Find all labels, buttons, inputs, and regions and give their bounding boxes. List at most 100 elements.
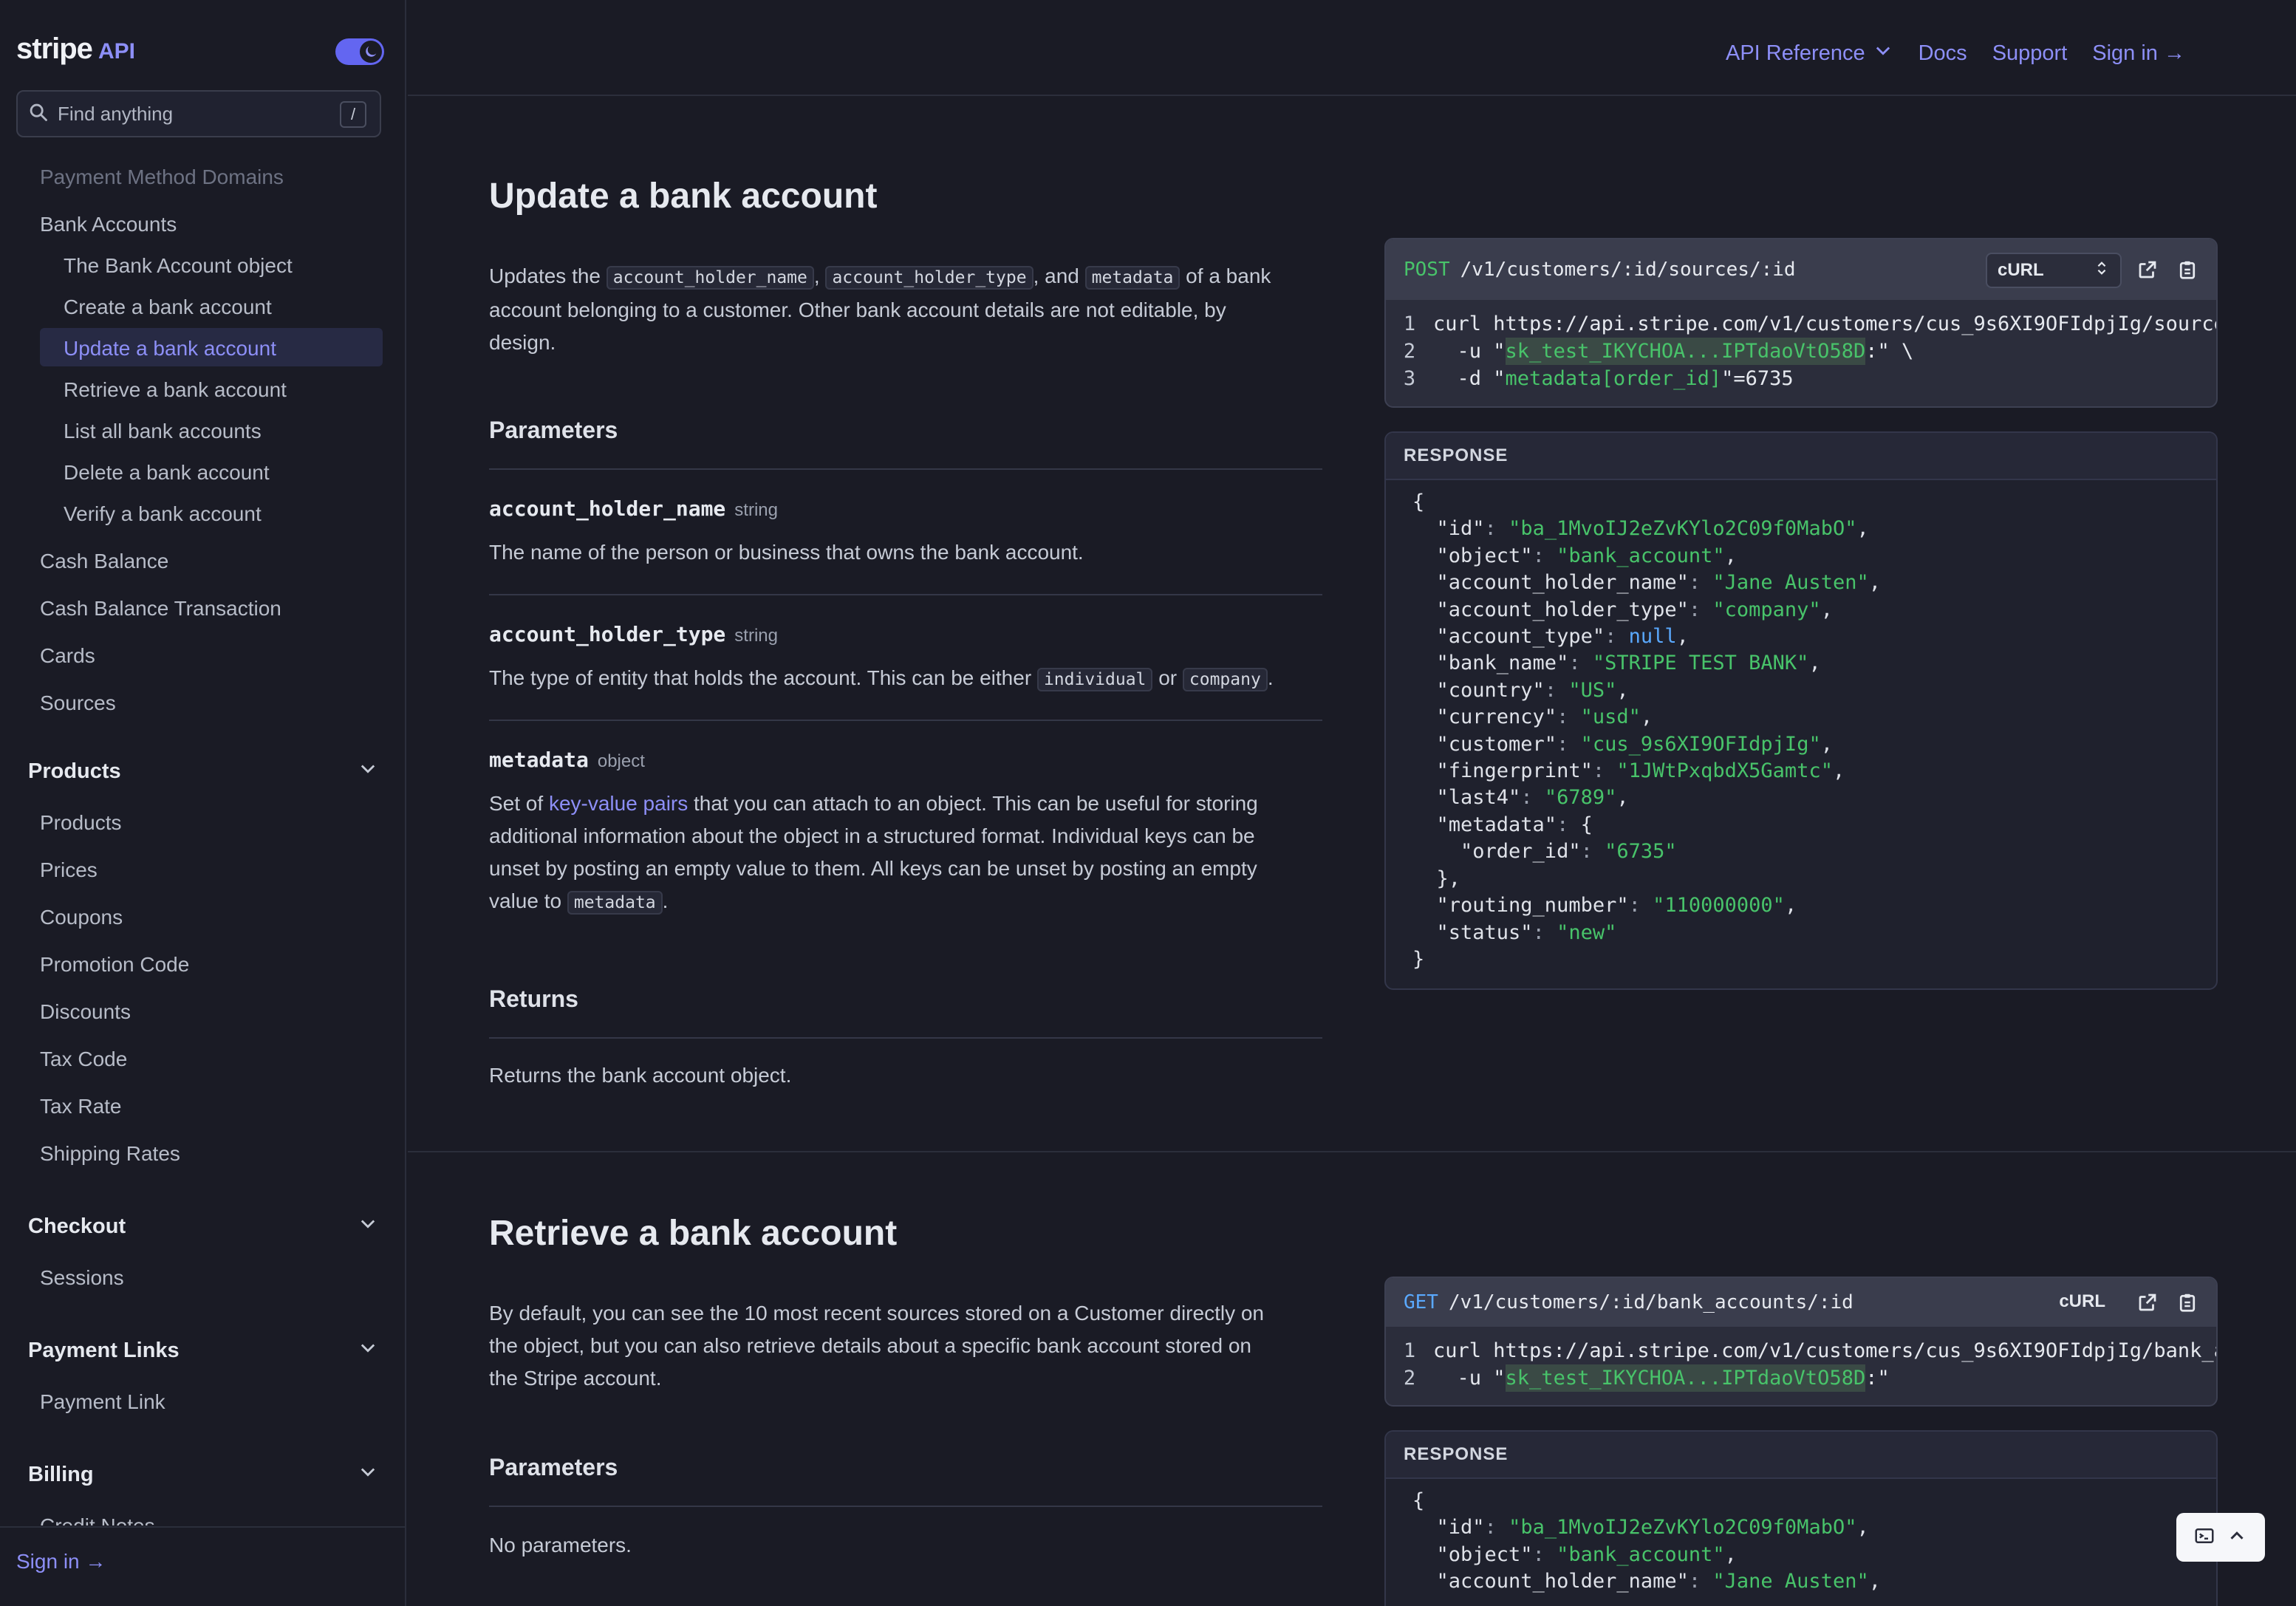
desc-text: .	[1267, 666, 1274, 689]
request-code-header: POST /v1/customers/:id/sources/:id cURL	[1386, 239, 2216, 300]
chevron-down-icon	[358, 1337, 378, 1364]
json-string-value: "1JWtPxqbdX5Gamtc"	[1616, 759, 1833, 783]
desc-text: the Stripe account.	[489, 1367, 662, 1390]
param-description: The name of the person or business that …	[489, 541, 1084, 564]
sidebar-item-payment-method-domains[interactable]: Payment Method Domains	[40, 165, 284, 189]
sidebar-sign-in-link[interactable]: Sign in →	[16, 1550, 106, 1573]
sidebar-nav: Payment Method Domains Bank Accounts The…	[0, 155, 405, 1525]
parameters-heading: Parameters	[489, 417, 618, 443]
parameters-heading: Parameters	[489, 1454, 618, 1480]
json-colon: :	[1557, 732, 1581, 756]
code-text: :" \	[1865, 340, 1914, 363]
sidebar-item-sessions[interactable]: Sessions	[40, 1266, 124, 1290]
section-title-update: Update a bank account	[489, 177, 878, 216]
support-link[interactable]: Support	[1992, 41, 2068, 66]
api-reference-menu[interactable]: API Reference	[1726, 40, 1893, 66]
sidebar-item-delete-bank-account[interactable]: Delete a bank account	[64, 461, 270, 485]
json-string-value: "Jane Austen"	[1712, 1570, 1869, 1593]
response-line: "last4": "6789",	[1412, 785, 2216, 811]
response-body: { "id": "ba_1MvoIJ2eZvKYlo2C09f0MabO", "…	[1386, 480, 2216, 973]
language-select[interactable]: cURL	[1986, 253, 2122, 288]
code-line: 1 curl https://api.stripe.com/v1/customer…	[1386, 310, 2216, 338]
search-input[interactable]	[58, 102, 331, 126]
json-comma: ,	[1616, 678, 1629, 702]
json-comma: ,	[1640, 705, 1653, 729]
stripe-logo[interactable]: stripe API	[16, 33, 135, 69]
json-string-value: "usd"	[1580, 705, 1641, 729]
api-key-token: sk_test_IKYCHOA...IPTdaoVtO58D	[1505, 338, 1866, 365]
sidebar-item-sources[interactable]: Sources	[40, 691, 116, 715]
line-number: 3	[1403, 367, 1416, 390]
sidebar-item-update-bank-account[interactable]: Update a bank account	[64, 337, 276, 361]
json-string-value: "6789"	[1544, 786, 1617, 810]
language-label[interactable]: cURL	[2059, 1291, 2105, 1312]
top-nav-links: API Reference Docs Support Sign in →	[1726, 40, 2185, 66]
sidebar-item-retrieve-bank-account[interactable]: Retrieve a bank account	[64, 378, 287, 402]
sidebar-item-cards[interactable]: Cards	[40, 644, 95, 668]
sidebar-item-shipping-rates[interactable]: Shipping Rates	[40, 1142, 180, 1166]
sidebar-item-verify-bank-account[interactable]: Verify a bank account	[64, 502, 262, 526]
sidebar-item-prices[interactable]: Prices	[40, 858, 98, 882]
sidebar-group-label: Billing	[28, 1462, 94, 1486]
line-number: 2	[1403, 1367, 1416, 1390]
sidebar-item-cash-balance[interactable]: Cash Balance	[40, 550, 168, 573]
response-line: "bank_name": "STRIPE TEST BANK",	[1412, 650, 2216, 677]
sidebar-item-products[interactable]: Products	[40, 811, 122, 835]
open-external-icon[interactable]	[2135, 1290, 2160, 1315]
sidebar-item-coupons[interactable]: Coupons	[40, 906, 123, 929]
sidebar-item-tax-rate[interactable]: Tax Rate	[40, 1095, 122, 1118]
json-comma: ,	[1724, 544, 1737, 567]
desc-text: ,	[813, 264, 826, 287]
json-colon: :	[1628, 894, 1653, 918]
desc-text: value to	[489, 889, 567, 912]
terminal-icon	[2193, 1525, 2215, 1551]
sidebar-item-credit-notes[interactable]: Credit Notes	[40, 1514, 155, 1525]
returns-heading: Returns	[489, 985, 578, 1012]
json-key: "account_type"	[1412, 625, 1605, 649]
sign-in-link[interactable]: Sign in →	[2092, 41, 2185, 66]
logo-product: API	[98, 39, 135, 64]
sidebar-group-products[interactable]: Products	[28, 758, 378, 785]
json-comma: ,	[1616, 786, 1629, 810]
search-box[interactable]: /	[16, 90, 381, 137]
sidebar-item-bank-accounts[interactable]: Bank Accounts	[40, 213, 177, 236]
sidebar-item-bank-account-object[interactable]: The Bank Account object	[64, 254, 293, 278]
copy-icon[interactable]	[2175, 1290, 2200, 1315]
sidebar-group-billing[interactable]: Billing	[28, 1461, 378, 1488]
code-line: 2 -u " sk_test_IKYCHOA...IPTdaoVtO58D:" \	[1386, 338, 2216, 365]
json-key: {	[1412, 491, 1425, 513]
json-comma: ,	[1724, 1542, 1737, 1566]
theme-toggle[interactable]	[335, 38, 384, 65]
sidebar-item-promotion-code[interactable]: Promotion Code	[40, 953, 189, 977]
key-value-pairs-link[interactable]: key-value pairs	[549, 792, 688, 815]
section-divider	[408, 1151, 2296, 1152]
search-icon	[28, 102, 49, 126]
json-string-value: "STRIPE TEST BANK"	[1592, 652, 1809, 675]
json-key: "metadata"	[1412, 813, 1557, 836]
console-toggle-button[interactable]	[2176, 1513, 2265, 1562]
sidebar-item-discounts[interactable]: Discounts	[40, 1000, 131, 1024]
docs-link[interactable]: Docs	[1919, 41, 1967, 66]
sidebar-item-cash-balance-transaction[interactable]: Cash Balance Transaction	[40, 597, 281, 621]
json-colon: :	[1484, 1516, 1509, 1540]
code-individual: individual	[1036, 668, 1153, 691]
sidebar-item-tax-code[interactable]: Tax Code	[40, 1048, 127, 1071]
json-string-value: "Jane Austen"	[1712, 571, 1869, 595]
sidebar-group-checkout[interactable]: Checkout	[28, 1213, 378, 1240]
sidebar-item-payment-link[interactable]: Payment Link	[40, 1390, 165, 1414]
divider	[489, 720, 1322, 721]
sidebar-item-create-bank-account[interactable]: Create a bank account	[64, 295, 272, 319]
desc-text: additional information about the object …	[489, 824, 1255, 847]
json-string-value: "bank_account"	[1557, 1542, 1725, 1566]
json-colon: :	[1688, 571, 1713, 595]
desc-text: , and	[1033, 264, 1085, 287]
response-line: "routing_number": "110000000",	[1412, 892, 2216, 919]
response-line: "order_id": "6735"	[1412, 838, 2216, 865]
json-comma: ,	[1832, 759, 1845, 783]
sidebar-group-payment-links[interactable]: Payment Links	[28, 1337, 378, 1364]
request-code-panel: POST /v1/customers/:id/sources/:id cURL …	[1384, 238, 2218, 408]
sidebar-item-list-bank-accounts[interactable]: List all bank accounts	[64, 420, 262, 443]
json-colon: :	[1557, 813, 1581, 836]
copy-icon[interactable]	[2175, 257, 2200, 282]
open-external-icon[interactable]	[2135, 257, 2160, 282]
